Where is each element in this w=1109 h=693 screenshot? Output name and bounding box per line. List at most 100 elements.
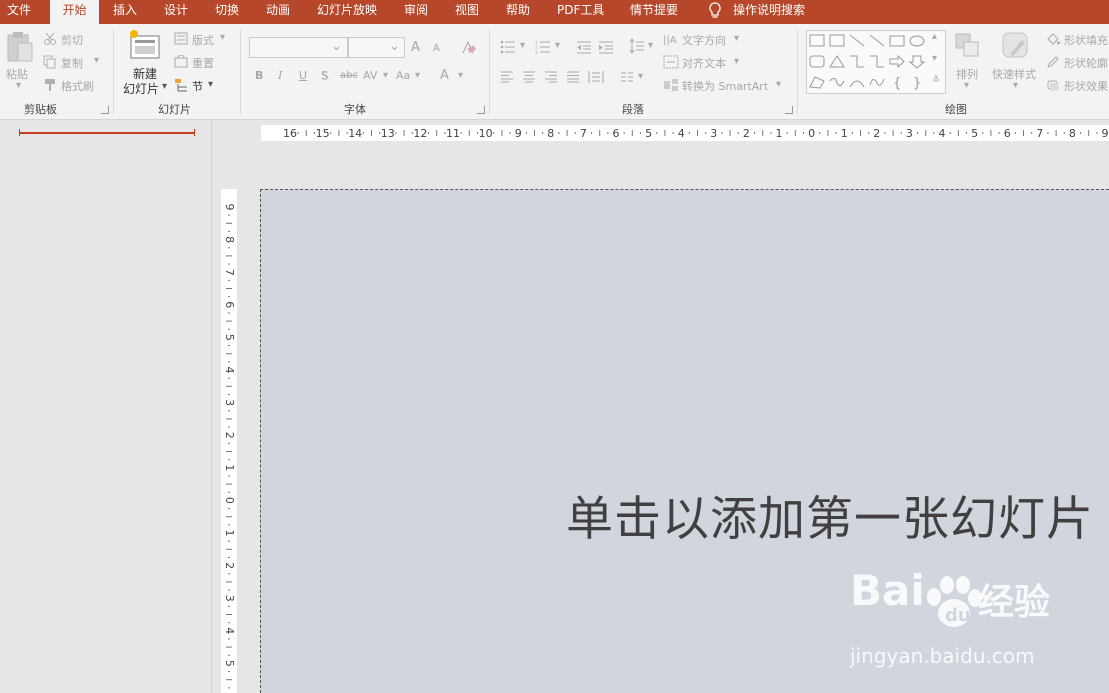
paste-dropdown-icon[interactable]: ▾ bbox=[16, 80, 21, 91]
tab-pdf-tools[interactable]: PDF工具 bbox=[557, 0, 604, 24]
change-case-button[interactable]: Aa bbox=[396, 69, 410, 82]
add-first-slide-prompt[interactable]: 单击以添加第一张幻灯片 bbox=[566, 480, 1094, 549]
tab-insert[interactable]: 插入 bbox=[113, 0, 137, 24]
font-color-button[interactable]: A bbox=[440, 68, 449, 83]
ruler-tick-label: 7 bbox=[580, 127, 587, 140]
scroll-down-icon[interactable]: ▾ bbox=[932, 53, 937, 64]
slide-editor: 16 15 14 13 12 11 10 9 8 7 6 5 4 3 2 1 0 1 2 3 4 5 6 7 8 9 987654… bbox=[213, 121, 1109, 693]
text-direction-button[interactable]: 文字方向 bbox=[682, 32, 726, 48]
tab-view[interactable]: 视图 bbox=[455, 0, 479, 24]
align-right-icon[interactable] bbox=[544, 71, 558, 83]
justify-icon[interactable] bbox=[566, 71, 580, 83]
search-tell-me[interactable]: 操作说明搜索 bbox=[733, 0, 805, 24]
font-name-dropdown-icon[interactable]: ⌄ bbox=[331, 39, 342, 54]
ruler-tick-label: 5 bbox=[645, 127, 652, 140]
shape-fill-button[interactable]: 形状填充 bbox=[1064, 32, 1108, 48]
bold-button[interactable]: B bbox=[255, 69, 263, 82]
convert-smartart-button[interactable]: 转换为 SmartArt bbox=[682, 78, 768, 94]
line-spacing-icon[interactable] bbox=[629, 38, 645, 54]
bullets-dropdown-icon[interactable]: ▾ bbox=[520, 40, 525, 51]
columns-icon[interactable] bbox=[620, 71, 634, 83]
align-left-icon[interactable] bbox=[500, 71, 514, 83]
tab-home[interactable]: 开始 bbox=[50, 0, 99, 24]
font-grow-button[interactable]: A bbox=[411, 40, 420, 55]
strikethrough-button[interactable]: abc bbox=[340, 70, 358, 81]
layout-button[interactable]: 版式 bbox=[192, 32, 214, 48]
quick-styles-dropdown-icon[interactable]: ▾ bbox=[1013, 80, 1018, 91]
tab-storyboard[interactable]: 情节提要 bbox=[630, 0, 678, 24]
shape-outline-button[interactable]: 形状轮廓 bbox=[1064, 55, 1108, 71]
more-shapes-icon[interactable]: ≚ bbox=[932, 75, 940, 86]
smartart-dropdown-icon[interactable]: ▾ bbox=[776, 79, 781, 90]
new-slide-dropdown-icon[interactable]: ▾ bbox=[162, 81, 167, 92]
paint-bucket-icon bbox=[1047, 33, 1060, 45]
increase-indent-icon[interactable] bbox=[598, 40, 614, 54]
char-spacing-button[interactable]: AV bbox=[363, 69, 377, 82]
clipboard-launcher-icon[interactable] bbox=[101, 106, 109, 114]
ruler-tick-label: 11 bbox=[446, 127, 460, 140]
tab-help[interactable]: 帮助 bbox=[506, 0, 530, 24]
tab-design[interactable]: 设计 bbox=[164, 0, 188, 24]
ruler-tick-label: 1 bbox=[223, 530, 236, 537]
bullets-icon[interactable] bbox=[500, 40, 516, 54]
clear-formatting-icon[interactable] bbox=[460, 40, 476, 54]
paragraph-launcher-icon[interactable] bbox=[785, 106, 793, 114]
distributed-icon[interactable] bbox=[588, 70, 604, 84]
shadow-button[interactable]: S bbox=[321, 69, 328, 82]
section-button[interactable]: 节 bbox=[192, 78, 203, 94]
new-slide-icon[interactable] bbox=[128, 28, 162, 62]
columns-dropdown-icon[interactable]: ▾ bbox=[638, 71, 643, 82]
separator bbox=[113, 30, 114, 114]
cut-button[interactable]: 剪切 bbox=[61, 32, 83, 48]
layout-dropdown-icon[interactable]: ▾ bbox=[220, 32, 225, 43]
ruler-tick-label: 9 bbox=[223, 204, 236, 211]
tab-animations[interactable]: 动画 bbox=[266, 0, 290, 24]
tab-slideshow[interactable]: 幻灯片放映 bbox=[317, 0, 377, 24]
decrease-indent-icon[interactable] bbox=[576, 40, 592, 54]
tab-review[interactable]: 审阅 bbox=[404, 0, 428, 24]
new-slide-label-2[interactable]: 幻灯片 bbox=[123, 80, 159, 97]
numbering-icon[interactable]: 123 bbox=[535, 40, 551, 54]
change-case-dropdown-icon[interactable]: ▾ bbox=[415, 70, 420, 81]
copy-button[interactable]: 复制 bbox=[61, 55, 83, 71]
ruler-tick-label: 12 bbox=[413, 127, 427, 140]
shapes-gallery[interactable]: {} bbox=[806, 30, 946, 94]
numbering-dropdown-icon[interactable]: ▾ bbox=[555, 40, 560, 51]
format-painter-button[interactable]: 格式刷 bbox=[61, 78, 94, 94]
shapes-scroll[interactable]: ▴ ▾ ≚ bbox=[929, 31, 945, 93]
shapes-gallery-icons: {} bbox=[809, 34, 926, 91]
align-text-dropdown-icon[interactable]: ▾ bbox=[734, 56, 739, 67]
section-dropdown-icon[interactable]: ▾ bbox=[208, 79, 213, 90]
vertical-ruler[interactable]: 9 8 7 6 5 4 3 2 1 0 1 2 3 4 5 bbox=[221, 189, 237, 693]
italic-button[interactable]: I bbox=[278, 69, 282, 82]
font-size-dropdown-icon[interactable]: ⌄ bbox=[389, 39, 400, 54]
shape-effects-icon bbox=[1047, 80, 1059, 91]
slide-thumbnails-pane[interactable] bbox=[0, 121, 212, 693]
align-center-icon[interactable] bbox=[522, 71, 536, 83]
line-spacing-dropdown-icon[interactable]: ▾ bbox=[648, 40, 653, 51]
scroll-up-icon[interactable]: ▴ bbox=[932, 31, 937, 42]
svg-text:{: { bbox=[893, 76, 901, 91]
font-launcher-icon[interactable] bbox=[477, 106, 485, 114]
copy-dropdown-icon[interactable]: ▾ bbox=[94, 55, 99, 66]
watermark-brand: Bai bbox=[850, 566, 925, 615]
arrange-icon[interactable] bbox=[954, 32, 982, 60]
text-direction-dropdown-icon[interactable]: ▾ bbox=[734, 33, 739, 44]
horizontal-ruler[interactable]: 16 15 14 13 12 11 10 9 8 7 6 5 4 3 2 1 0 1 2 3 4 5 6 7 8 9 bbox=[261, 125, 1109, 141]
reset-button[interactable]: 重置 bbox=[192, 55, 214, 71]
arrange-dropdown-icon[interactable]: ▾ bbox=[964, 80, 969, 91]
paste-icon[interactable] bbox=[5, 30, 35, 64]
tab-transitions[interactable]: 切换 bbox=[215, 0, 239, 24]
font-color-dropdown-icon[interactable]: ▾ bbox=[458, 70, 463, 81]
ruler-tick-label: 5 bbox=[223, 660, 236, 667]
underline-button[interactable]: U bbox=[299, 69, 307, 82]
ruler-tick-label: 9 bbox=[515, 127, 522, 140]
ruler-tick-label: 6 bbox=[223, 301, 236, 308]
tab-file[interactable]: 文件 bbox=[7, 0, 31, 24]
font-shrink-button[interactable]: A bbox=[433, 43, 440, 54]
shape-effects-button[interactable]: 形状效果 bbox=[1064, 78, 1108, 94]
char-spacing-dropdown-icon[interactable]: ▾ bbox=[383, 70, 388, 81]
align-text-button[interactable]: 对齐文本 bbox=[682, 55, 726, 71]
ruler-tick-label: 4 bbox=[939, 127, 946, 140]
quick-styles-icon[interactable] bbox=[1000, 30, 1032, 62]
